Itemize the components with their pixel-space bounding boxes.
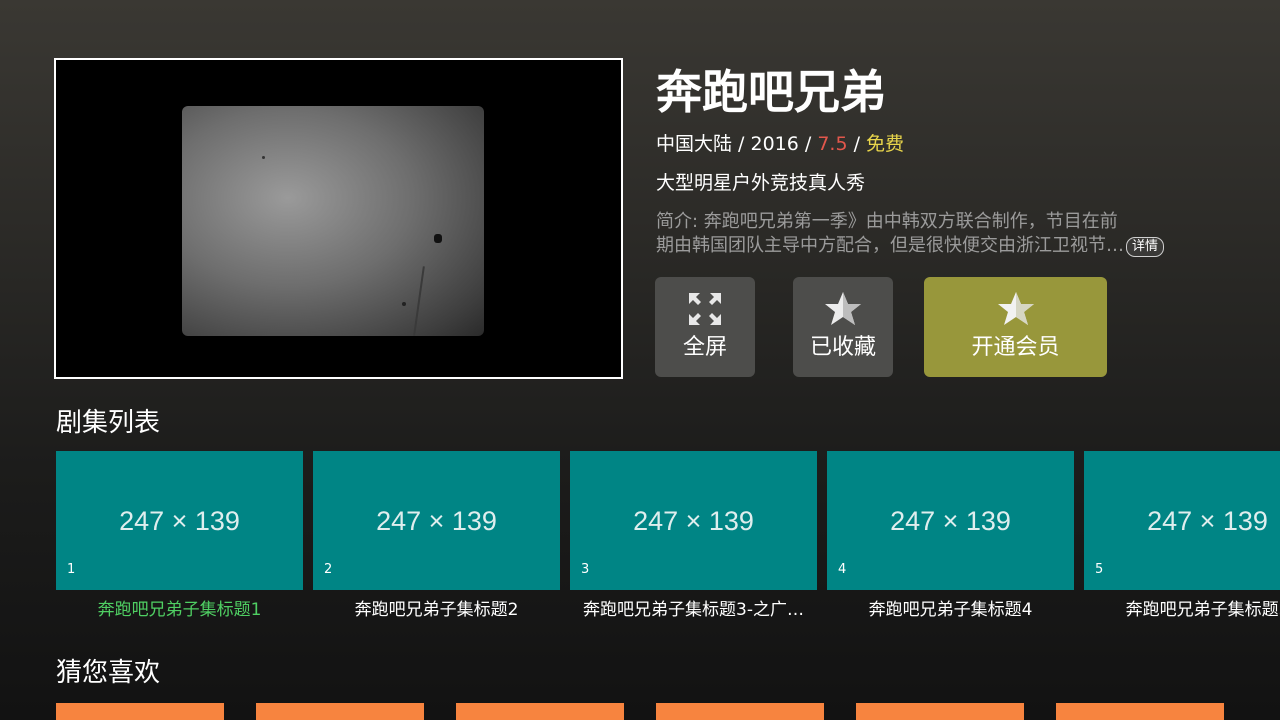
episode-thumbnail: 247 × 139 2 bbox=[313, 451, 560, 590]
episode-thumbnail: 247 × 139 5 bbox=[1084, 451, 1280, 590]
episode-card[interactable]: 247 × 139 3 奔跑吧兄弟子集标题3-之广… bbox=[570, 451, 817, 622]
episode-card[interactable]: 247 × 139 1 奔跑吧兄弟子集标题1 bbox=[56, 451, 303, 622]
thumbnail-placeholder-text: 247 × 139 bbox=[119, 506, 240, 536]
episode-thumbnail: 247 × 139 4 bbox=[827, 451, 1074, 590]
episode-card[interactable]: 247 × 139 5 奔跑吧兄弟子集标题5 bbox=[1084, 451, 1280, 622]
star-icon bbox=[997, 292, 1034, 325]
vip-label: 开通会员 bbox=[971, 335, 1060, 360]
episode-title: 奔跑吧兄弟子集标题3-之广… bbox=[583, 600, 804, 620]
episode-thumbnail: 247 × 139 1 bbox=[56, 451, 303, 590]
recommend-tile[interactable] bbox=[56, 703, 224, 720]
recommend-tile[interactable] bbox=[1056, 703, 1224, 720]
show-title: 奔跑吧兄弟 bbox=[656, 65, 886, 119]
synopsis-line-2: 期由韩国团队主导中方配合，但是很快便交由浙江卫视节… 详情 bbox=[656, 234, 1176, 258]
episode-number: 4 bbox=[838, 562, 847, 577]
episode-title: 奔跑吧兄弟子集标题2 bbox=[354, 600, 519, 620]
episode-number: 2 bbox=[324, 562, 333, 577]
region-year: 中国大陆 / 2016 / bbox=[656, 133, 818, 155]
thumbnail-placeholder-text: 247 × 139 bbox=[1147, 506, 1268, 536]
fullscreen-label: 全屏 bbox=[682, 335, 727, 360]
vip-button[interactable]: 开通会员 bbox=[924, 277, 1107, 377]
recommend-tile[interactable] bbox=[256, 703, 424, 720]
favorite-button[interactable]: 已收藏 bbox=[793, 277, 893, 377]
detail-button[interactable]: 详情 bbox=[1126, 237, 1165, 257]
meta-separator: / bbox=[847, 133, 867, 155]
episode-title: 奔跑吧兄弟子集标题5 bbox=[1125, 600, 1280, 620]
show-meta: 中国大陆 / 2016 / 7.5 / 免费 bbox=[656, 131, 904, 157]
synopsis-line-1: 简介: 奔跑吧兄弟第一季》由中韩双方联合制作，节目在前 bbox=[656, 211, 1118, 232]
price-badge: 免费 bbox=[866, 133, 905, 155]
thumbnail-placeholder-text: 247 × 139 bbox=[890, 506, 1011, 536]
episode-title: 奔跑吧兄弟子集标题1 bbox=[97, 600, 262, 620]
show-tagline: 大型明星户外竞技真人秀 bbox=[656, 172, 866, 194]
synopsis-line-2-text: 期由韩国团队主导中方配合，但是很快便交由浙江卫视节… bbox=[656, 235, 1124, 256]
synopsis: 简介: 奔跑吧兄弟第一季》由中韩双方联合制作，节目在前 期由韩国团队主导中方配合… bbox=[656, 210, 1176, 258]
video-player[interactable] bbox=[54, 58, 623, 379]
recommend-tile[interactable] bbox=[656, 703, 824, 720]
recommend-tile[interactable] bbox=[456, 703, 624, 720]
expand-arrows-icon bbox=[689, 293, 721, 325]
episode-card[interactable]: 247 × 139 4 奔跑吧兄弟子集标题4 bbox=[827, 451, 1074, 622]
recommend-title: 猜您喜欢 bbox=[56, 658, 161, 688]
fullscreen-button[interactable]: 全屏 bbox=[655, 277, 755, 377]
episode-title: 奔跑吧兄弟子集标题4 bbox=[868, 600, 1033, 620]
episode-number: 3 bbox=[581, 562, 590, 577]
recommend-tile[interactable] bbox=[856, 703, 1024, 720]
thumbnail-placeholder-text: 247 × 139 bbox=[633, 506, 754, 536]
episode-number: 5 bbox=[1095, 562, 1104, 577]
thumbnail-placeholder-text: 247 × 139 bbox=[376, 506, 497, 536]
episode-card[interactable]: 247 × 139 2 奔跑吧兄弟子集标题2 bbox=[313, 451, 560, 622]
episode-thumbnail: 247 × 139 3 bbox=[570, 451, 817, 590]
star-icon bbox=[825, 292, 861, 325]
favorite-label: 已收藏 bbox=[809, 335, 876, 360]
episode-number: 1 bbox=[67, 562, 76, 577]
rating-score: 7.5 bbox=[817, 133, 848, 155]
episode-list-title: 剧集列表 bbox=[56, 408, 161, 438]
video-frame bbox=[182, 106, 484, 336]
